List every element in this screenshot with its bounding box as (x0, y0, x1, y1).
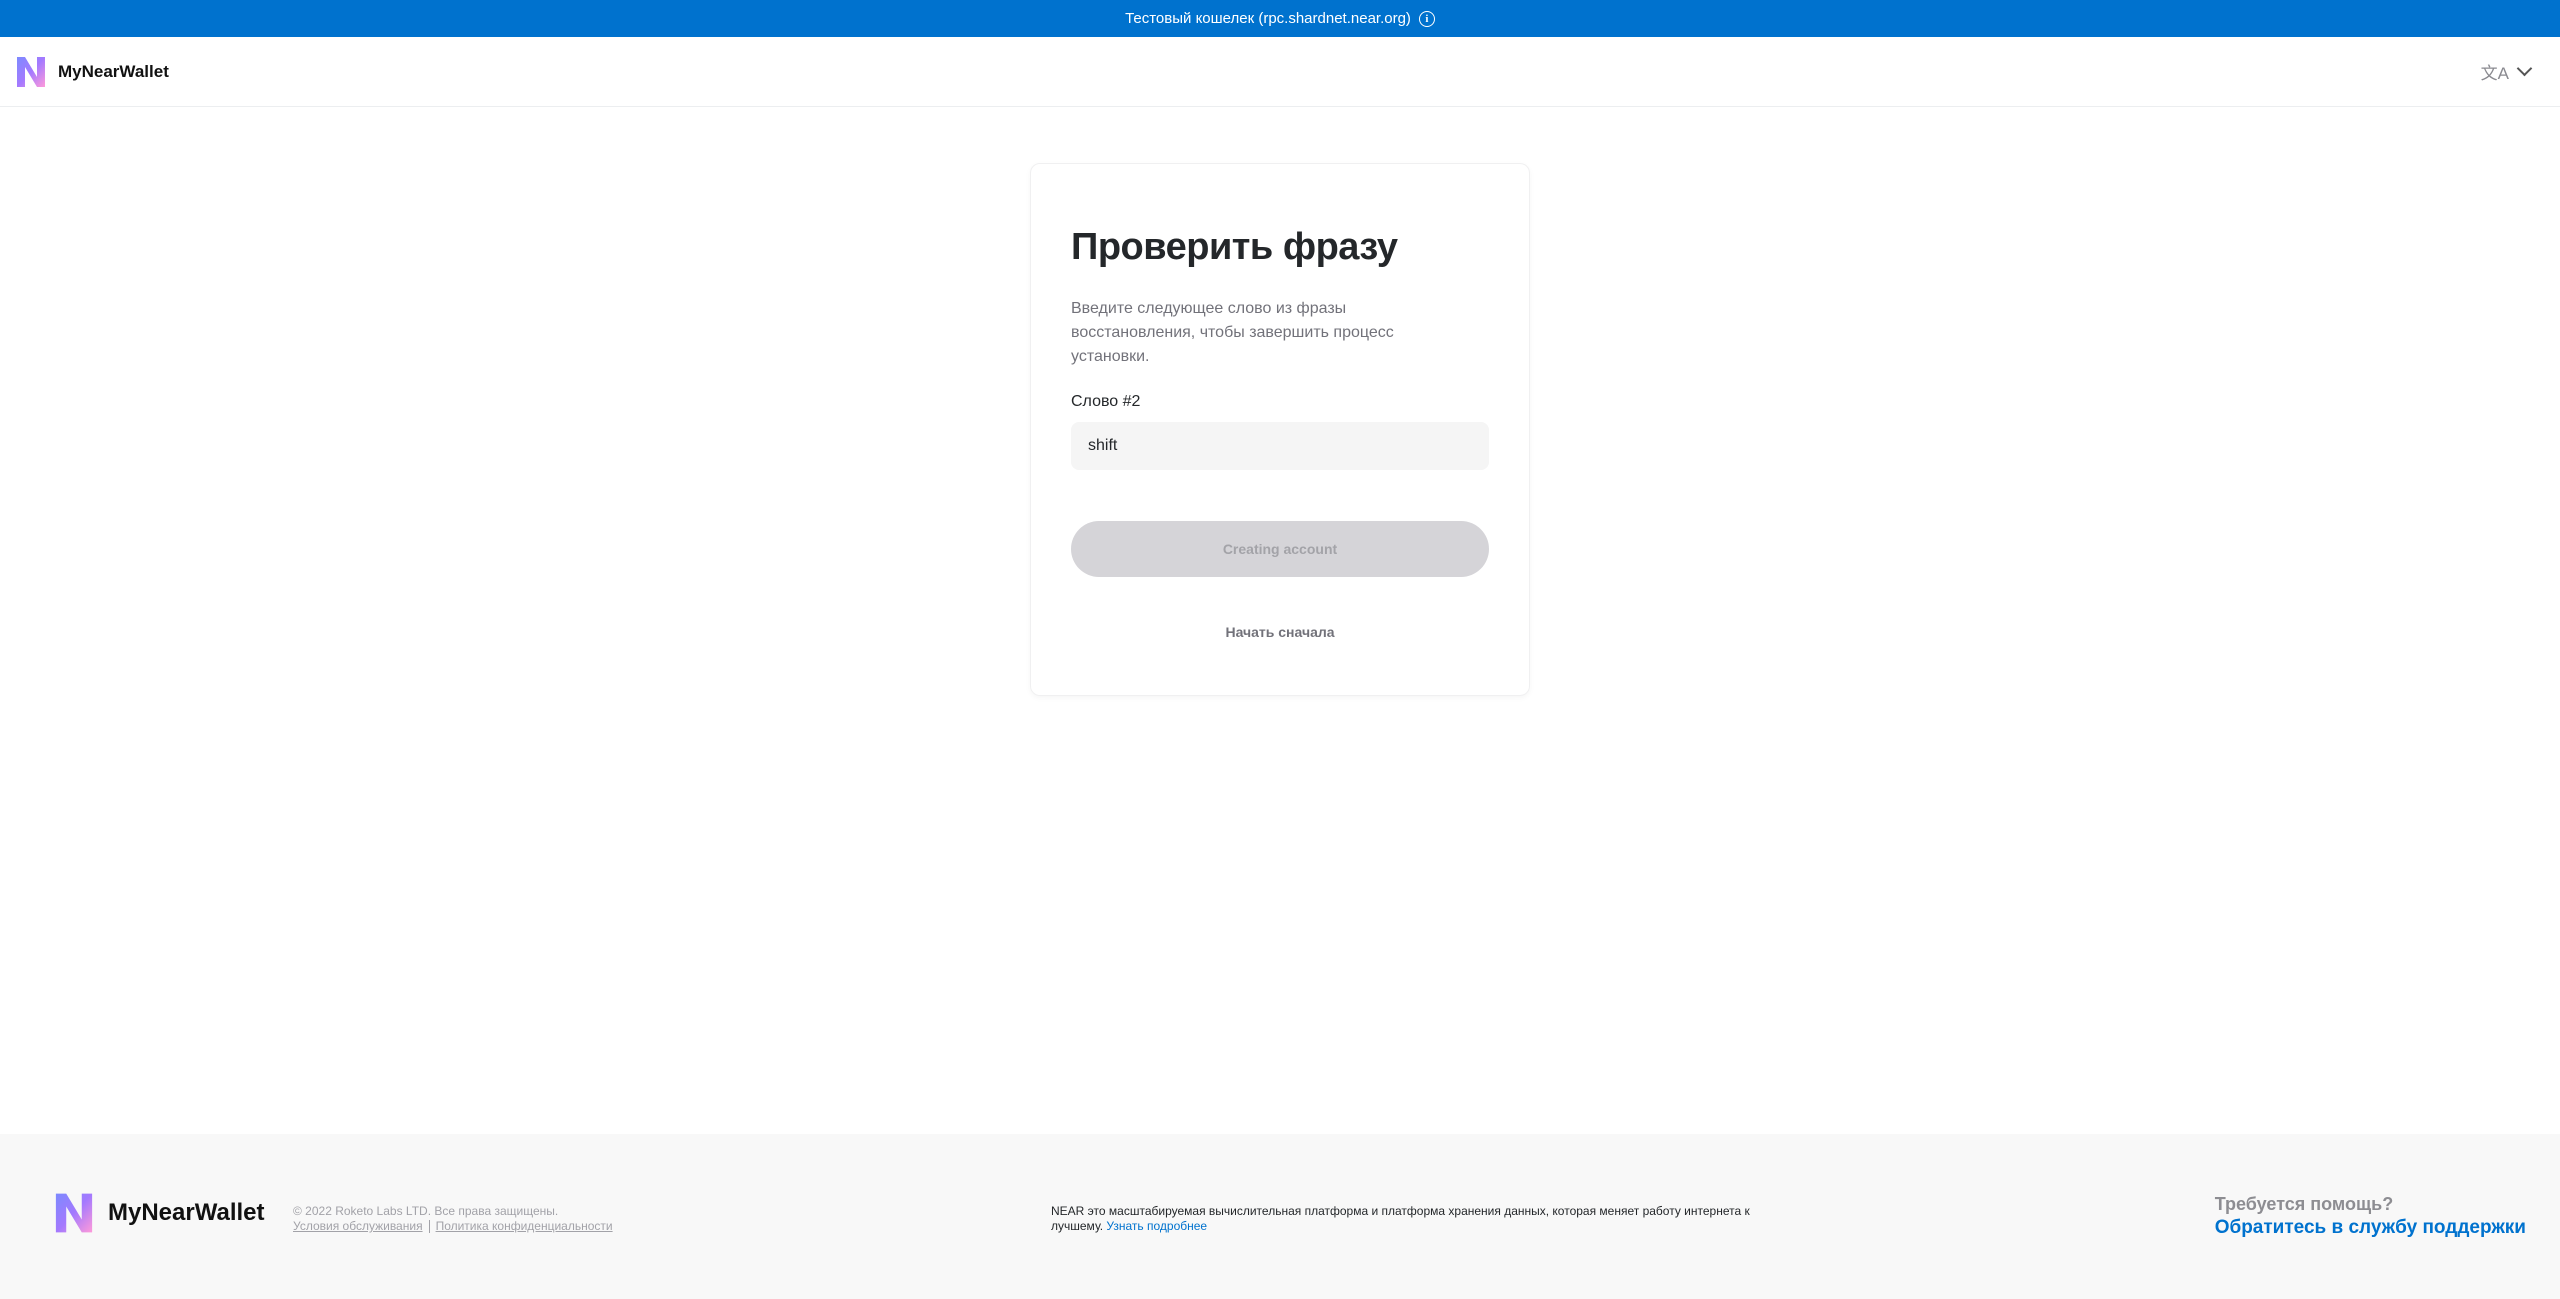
help-question: Требуется помощь? (2214, 1194, 2394, 1214)
footer-legal: © 2022 Roketo Labs LTD. Все права защище… (293, 1204, 613, 1234)
page-title: Проверить фразу (1071, 226, 1398, 268)
testnet-banner: Тестовый кошелек (rpc.shardnet.near.org)… (0, 0, 2560, 37)
near-logo-icon (17, 56, 45, 87)
footer-about: NEAR это масштабируемая вычислительная п… (1051, 1204, 1791, 1234)
start-over-link[interactable]: Начать сначала (1071, 624, 1489, 640)
translate-icon: 文A (2480, 64, 2509, 83)
word-input[interactable]: shift (1071, 422, 1489, 470)
footer: MyNearWallet © 2022 Roketo Labs LTD. Все… (0, 1134, 2560, 1299)
creating-account-button[interactable]: Creating account (1071, 521, 1489, 577)
chevron-down-icon (2516, 60, 2533, 77)
word-label: Слово #2 (1071, 393, 1141, 410)
copyright-text: © 2022 Roketo Labs LTD. Все права защище… (293, 1204, 559, 1218)
top-navbar: MyNearWallet 文A (0, 37, 2560, 107)
banner-text: Тестовый кошелек (rpc.shardnet.near.org) (1125, 10, 1411, 27)
divider (428, 1220, 430, 1234)
brand-link[interactable]: MyNearWallet (14, 53, 169, 91)
learn-more-link[interactable]: Узнать подробнее (1106, 1219, 1207, 1233)
near-logo-icon (55, 1193, 93, 1233)
brand-name: MyNearWallet (58, 61, 169, 81)
terms-link[interactable]: Условия обслуживания (293, 1219, 423, 1233)
privacy-link[interactable]: Политика конфиденциальности (436, 1219, 613, 1233)
verify-phrase-card: Проверить фразу Введите следующее слово … (1030, 163, 1530, 696)
info-icon[interactable]: i (1418, 10, 1435, 27)
page-description: Введите следующее слово из фразы восстан… (1071, 300, 1394, 365)
footer-help: Требуется помощь? Обратитесь в службу по… (2215, 1194, 2526, 1239)
language-selector[interactable]: 文A (2480, 59, 2533, 84)
footer-brand-name: MyNearWallet (108, 1199, 265, 1226)
footer-brand[interactable]: MyNearWallet (52, 1188, 265, 1238)
support-link[interactable]: Обратитесь в службу поддержки (2215, 1217, 2526, 1239)
